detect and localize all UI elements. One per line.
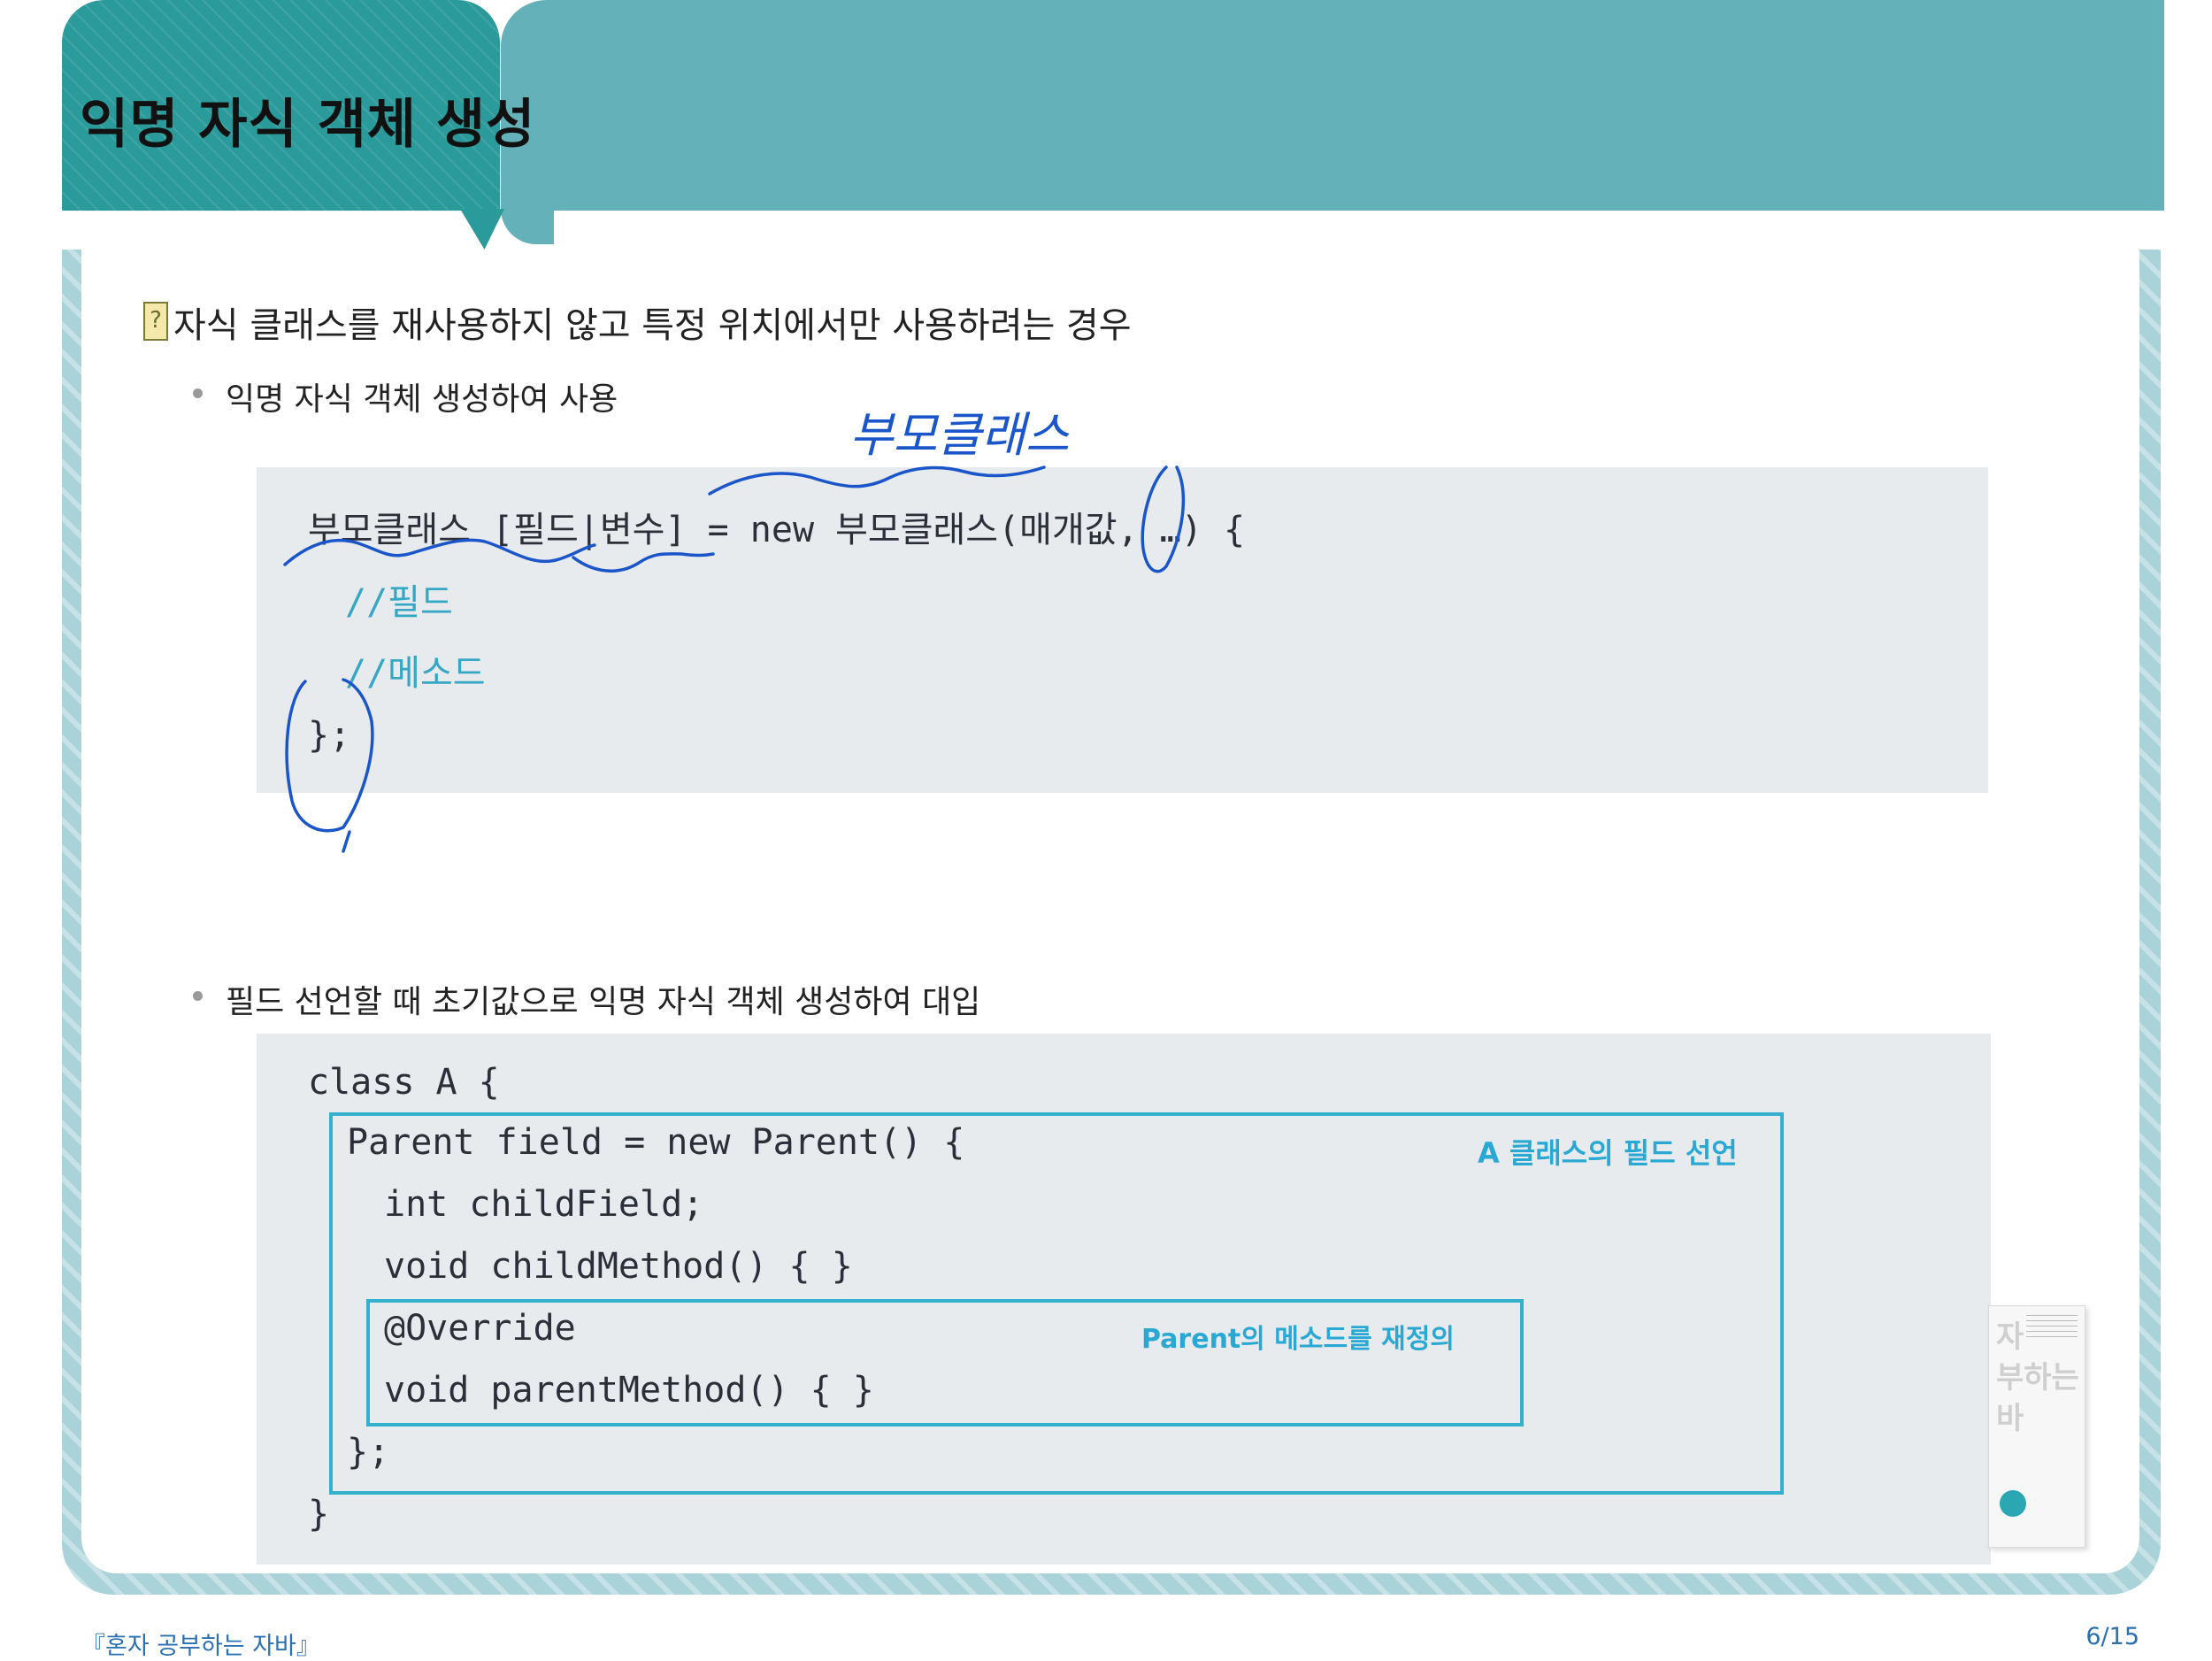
code-line: void parentMethod() { } <box>384 1370 874 1411</box>
sub-bullet-2: 필드 선언할 때 초기값으로 익명 자식 객체 생성하여 대입 <box>226 984 981 1020</box>
ink-underline-left <box>283 538 596 566</box>
footer-book-title: 『혼자 공부하는 자바』 <box>81 1633 320 1660</box>
book-cover-badge <box>2000 1490 2026 1517</box>
code-line: void childMethod() { } <box>384 1246 853 1287</box>
code-line: Parent field = new Parent() { <box>347 1122 965 1163</box>
ink-circle-brace <box>1141 465 1186 573</box>
handwritten-note: 부모클래스 <box>849 407 1070 463</box>
sub-bullet-dot <box>193 991 203 1001</box>
annotation-override: Parent의 메소드를 재정의 <box>1141 1324 1455 1355</box>
code-line: } <box>308 1494 330 1534</box>
ink-circle-end <box>285 678 374 833</box>
code-line: int childField; <box>384 1184 704 1225</box>
code-line: @Override <box>384 1308 576 1349</box>
page-number: 6/15 <box>2085 1623 2139 1650</box>
book-cover-title: 자 부하는 바 <box>1996 1319 2079 1436</box>
ink-overline <box>708 465 1046 496</box>
code-line: class A { <box>308 1062 500 1103</box>
book-cover-thumbnail: 자 부하는 바 <box>1988 1305 2085 1548</box>
ink-circle-end-tail <box>342 830 351 853</box>
annotation-field-declaration: A 클래스의 필드 선언 <box>1478 1136 1738 1170</box>
ink-underline-mid <box>572 552 715 573</box>
code-line: }; <box>347 1432 390 1473</box>
